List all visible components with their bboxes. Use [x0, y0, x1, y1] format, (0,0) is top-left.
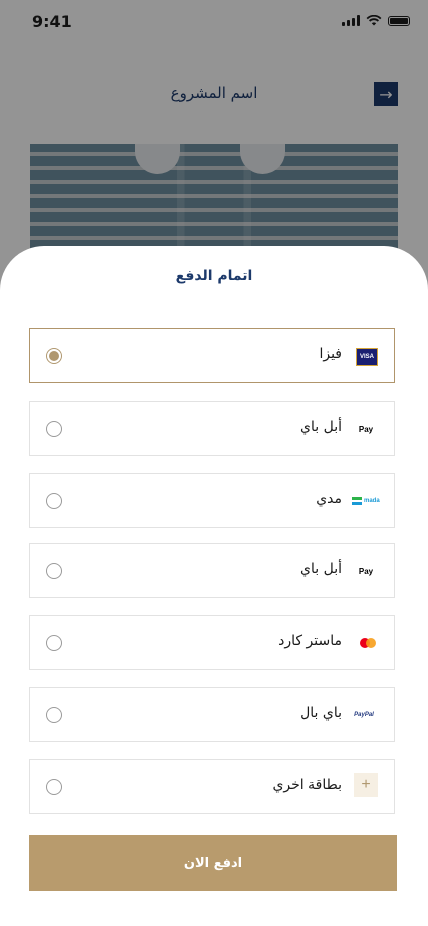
- radio-button[interactable]: [46, 707, 62, 723]
- radio-button[interactable]: [46, 563, 62, 579]
- payment-option-label: فيزا: [319, 346, 342, 362]
- payment-option-label: مدي: [316, 491, 342, 507]
- status-icons: [342, 15, 410, 26]
- status-time: 9:41: [32, 12, 72, 31]
- radio-button[interactable]: [46, 635, 62, 651]
- payment-option-apple-pay-2[interactable]: أبل باي Pay: [29, 543, 395, 598]
- payment-option-mastercard[interactable]: ماستر كارد: [29, 615, 395, 670]
- mada-icon: mada: [352, 493, 380, 509]
- signal-icon: [342, 15, 360, 26]
- visa-icon: VISA: [356, 348, 378, 366]
- payment-option-mada[interactable]: مدي mada: [29, 473, 395, 528]
- status-bar: 9:41: [0, 0, 428, 44]
- mastercard-icon: [358, 635, 378, 651]
- payment-option-paypal[interactable]: باي بال PayPal: [29, 687, 395, 742]
- payment-option-label: أبل باي: [300, 419, 342, 435]
- radio-button[interactable]: [46, 348, 62, 364]
- payment-sheet: اتمام الدفع فيزا VISA أبل باي Pay مدي ma…: [0, 246, 428, 926]
- payment-option-other-card[interactable]: بطاقة اخري +: [29, 759, 395, 814]
- radio-button[interactable]: [46, 493, 62, 509]
- radio-button[interactable]: [46, 779, 62, 795]
- payment-option-label: باي بال: [300, 705, 342, 721]
- payment-option-apple-pay[interactable]: أبل باي Pay: [29, 401, 395, 456]
- paypal-icon: PayPal: [354, 712, 374, 718]
- payment-option-visa[interactable]: فيزا VISA: [29, 328, 395, 383]
- wifi-icon: [366, 15, 382, 26]
- pay-now-button[interactable]: ادفع الان: [29, 835, 397, 891]
- payment-option-label: ماستر كارد: [278, 633, 342, 649]
- apple-pay-icon: Pay: [358, 566, 374, 576]
- sheet-title: اتمام الدفع: [175, 268, 253, 284]
- apple-pay-icon: Pay: [358, 424, 374, 434]
- plus-icon[interactable]: +: [354, 773, 378, 797]
- radio-button[interactable]: [46, 421, 62, 437]
- payment-option-label: بطاقة اخري: [272, 777, 342, 793]
- battery-icon: [388, 15, 410, 26]
- payment-option-label: أبل باي: [300, 561, 342, 577]
